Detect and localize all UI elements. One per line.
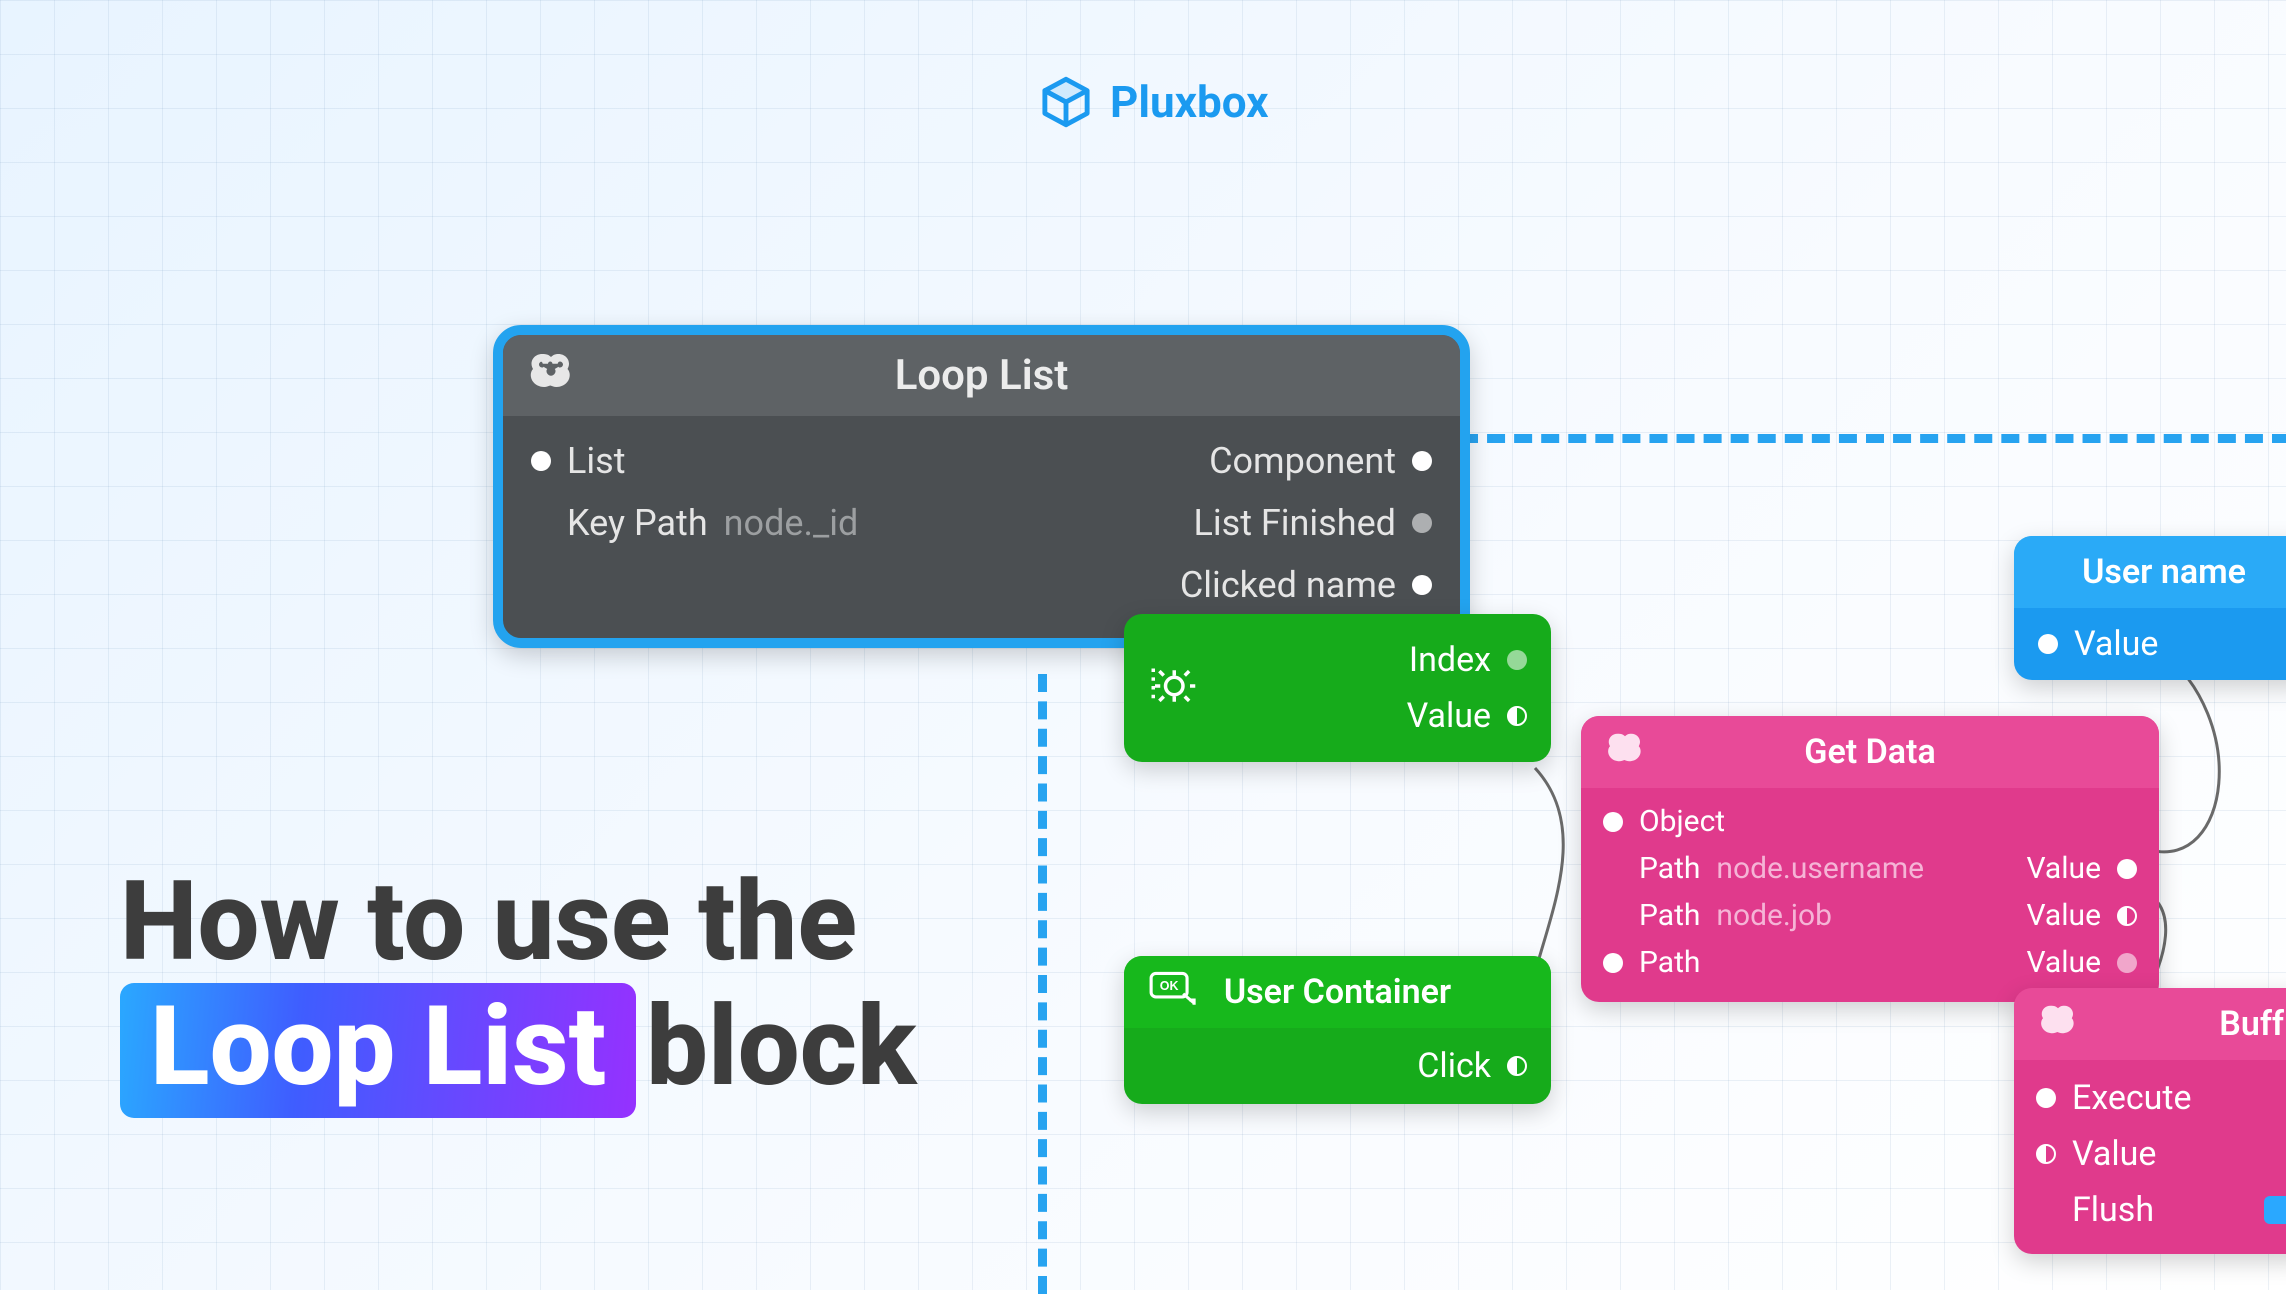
port-out-list-finished[interactable] xyxy=(1412,513,1432,533)
headline-after: block xyxy=(646,982,916,1111)
label-path-2: Path xyxy=(1639,945,1700,980)
loop-list-node[interactable]: Loop List List Component Key Path node._… xyxy=(493,325,1470,648)
port-out-value-2[interactable] xyxy=(2117,953,2137,973)
label-execute: Execute xyxy=(2072,1078,2192,1118)
label-path-1: Path xyxy=(1639,898,1700,933)
buffer-title: Buff xyxy=(2219,1004,2284,1044)
port-out-value-1[interactable] xyxy=(2117,906,2137,926)
label-component: Component xyxy=(1209,440,1396,482)
svg-text:OK: OK xyxy=(1160,979,1179,993)
port-out-value[interactable] xyxy=(1507,706,1527,726)
key-path-value[interactable]: node._id xyxy=(724,502,859,544)
port-in-bf-value[interactable] xyxy=(2036,1144,2056,1164)
port-in-path-2[interactable] xyxy=(1603,953,1623,973)
label-clicked-name: Clicked name xyxy=(1180,564,1396,606)
label-object: Object xyxy=(1639,804,1725,839)
port-in-object[interactable] xyxy=(1603,812,1623,832)
port-out-index[interactable] xyxy=(1507,650,1527,670)
label-un-value: Value xyxy=(2074,624,2158,664)
loop-list-title: Loop List xyxy=(895,351,1069,400)
selection-dash-top xyxy=(1460,434,2286,443)
brain-icon xyxy=(527,350,575,401)
label-bf-value: Value xyxy=(2072,1134,2156,1174)
label-list-finished: List Finished xyxy=(1193,502,1396,544)
brain-icon xyxy=(1605,731,1645,774)
label-click: Click xyxy=(1417,1046,1491,1086)
path-value-0[interactable]: node.username xyxy=(1716,851,1924,886)
buffer-header: Buff xyxy=(2014,988,2286,1060)
port-out-clicked-name[interactable] xyxy=(1412,575,1432,595)
user-container-node[interactable]: OK User Container Click xyxy=(1124,956,1551,1104)
port-out-click[interactable] xyxy=(1507,1056,1527,1076)
gear-node[interactable]: Index Value xyxy=(1124,614,1551,762)
brain-icon xyxy=(2038,1003,2078,1046)
user-name-node[interactable]: User name Value xyxy=(2014,536,2286,680)
buffer-node[interactable]: Buff Execute Value Flush xyxy=(2014,988,2286,1254)
label-value-2: Value xyxy=(2027,945,2102,980)
label-value-0: Value xyxy=(2027,851,2102,886)
selection-dash-left xyxy=(1038,674,1047,1294)
get-data-title: Get Data xyxy=(1804,732,1935,772)
ok-button-icon: OK xyxy=(1148,968,1198,1017)
path-value-1[interactable]: node.job xyxy=(1716,898,1832,933)
user-name-title: User name xyxy=(2082,552,2246,592)
label-value-1: Value xyxy=(2027,898,2102,933)
label-path-0: Path xyxy=(1639,851,1700,886)
loop-list-header: Loop List xyxy=(503,335,1460,416)
brand: Pluxbox xyxy=(1040,76,1269,128)
gear-icon xyxy=(1141,658,1197,718)
headline-highlight: Loop List xyxy=(120,983,636,1118)
port-out-value-0[interactable] xyxy=(2117,859,2137,879)
port-out-component[interactable] xyxy=(1412,451,1432,471)
label-index: Index xyxy=(1409,640,1491,680)
port-in-un-value[interactable] xyxy=(2038,634,2058,654)
label-value: Value xyxy=(1407,696,1491,736)
brand-name: Pluxbox xyxy=(1110,76,1269,128)
gear-icon-col xyxy=(1124,614,1214,762)
flush-checkbox[interactable] xyxy=(2264,1196,2286,1224)
headline-line1: How to use the xyxy=(120,860,916,983)
user-container-title: User Container xyxy=(1224,972,1451,1012)
label-list: List xyxy=(567,440,626,482)
get-data-node[interactable]: Get Data Object Path node.username Value… xyxy=(1581,716,2159,1002)
port-in-execute[interactable] xyxy=(2036,1088,2056,1108)
user-name-header: User name xyxy=(2014,536,2286,608)
cube-icon xyxy=(1040,76,1092,128)
label-key-path: Key Path xyxy=(567,502,708,544)
headline: How to use the Loop Listblock xyxy=(120,860,916,1118)
user-container-header: OK User Container xyxy=(1124,956,1551,1028)
get-data-header: Get Data xyxy=(1581,716,2159,788)
port-in-list[interactable] xyxy=(531,451,551,471)
label-flush: Flush xyxy=(2072,1190,2154,1230)
